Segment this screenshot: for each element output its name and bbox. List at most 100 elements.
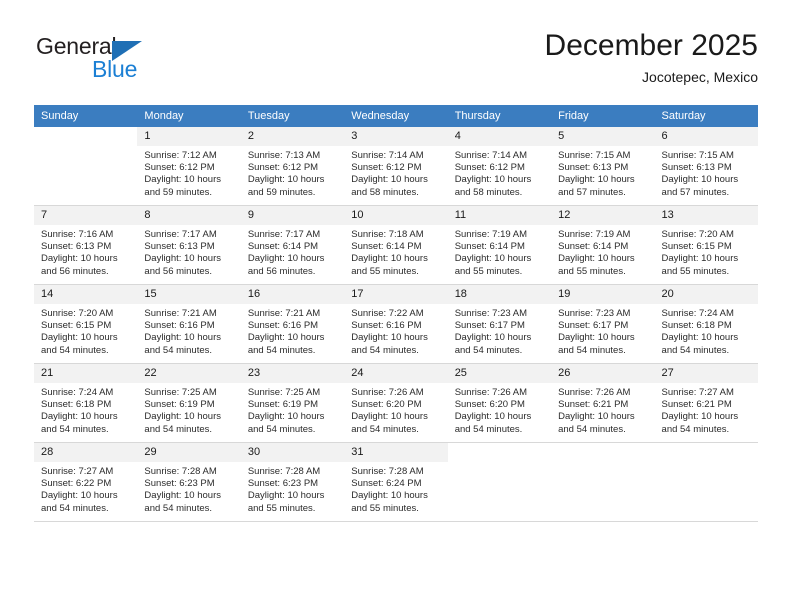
- calendar-day-cell[interactable]: 3 Sunrise: 7:14 AM Sunset: 6:12 PM Daylight…: [344, 127, 448, 206]
- calendar-day-cell[interactable]: 5 Sunrise: 7:15 AM Sunset: 6:13 PM Daylight…: [551, 127, 655, 206]
- day-number: 12: [551, 206, 655, 225]
- daylight-text-line1: Daylight: 10 hours: [144, 490, 221, 502]
- calendar-day-cell-empty: [654, 442, 758, 522]
- daylight-text-line2: and 57 minutes.: [558, 186, 626, 198]
- calendar-day-cell[interactable]: 27 Sunrise: 7:27 AM Sunset: 6:21 PM Dayligh…: [654, 363, 758, 443]
- sunrise-text: Sunrise: 7:26 AM: [558, 387, 631, 398]
- sunrise-text: Sunrise: 7:26 AM: [454, 387, 528, 398]
- sunset-text: Sunset: 6:18 PM: [41, 399, 112, 411]
- calendar-day-cell[interactable]: 1 Sunrise: 7:12 AM Sunset: 6:12 PM Daylight…: [137, 127, 241, 206]
- calendar-day-cell[interactable]: 2 Sunrise: 7:13 AM Sunset: 6:12 PM Daylight…: [240, 127, 345, 206]
- sunrise-text: Sunrise: 7:28 AM: [144, 466, 217, 477]
- calendar-day-cell[interactable]: 16 Sunrise: 7:21 AM Sunset: 6:16 PM Dayligh…: [240, 284, 345, 364]
- day-details: Sunrise: 7:20 AM Sunset: 6:15 PM Daylight:…: [34, 304, 137, 357]
- calendar-day-cell[interactable]: 13 Sunrise: 7:20 AM Sunset: 6:15 PM Dayligh…: [654, 205, 758, 285]
- day-number: 9: [240, 206, 345, 225]
- daylight-text-line1: Daylight: 10 hours: [41, 490, 118, 502]
- daylight-text-line2: and 54 minutes.: [41, 502, 109, 514]
- general-blue-logo[interactable]: General Blue: [36, 33, 176, 85]
- daylight-text-line1: Daylight: 10 hours: [144, 332, 221, 344]
- sunset-text: Sunset: 6:18 PM: [661, 320, 732, 332]
- calendar-week-row: 1 Sunrise: 7:12 AM Sunset: 6:12 PM Daylight…: [34, 127, 758, 206]
- sunset-text: Sunset: 6:16 PM: [144, 320, 215, 332]
- sunset-text: Sunset: 6:24 PM: [351, 478, 422, 490]
- sunrise-text: Sunrise: 7:27 AM: [661, 387, 734, 398]
- calendar-week-row: 14 Sunrise: 7:20 AM Sunset: 6:15 PM Dayligh…: [34, 284, 758, 364]
- calendar-day-cell[interactable]: 15 Sunrise: 7:21 AM Sunset: 6:16 PM Dayligh…: [137, 284, 241, 364]
- calendar-day-cell[interactable]: 8 Sunrise: 7:17 AM Sunset: 6:13 PM Daylight…: [137, 205, 241, 285]
- calendar-day-cell[interactable]: 29 Sunrise: 7:28 AM Sunset: 6:23 PM Dayligh…: [137, 442, 241, 522]
- day-details: Sunrise: 7:26 AM Sunset: 6:20 PM Daylight:…: [448, 383, 551, 436]
- sunrise-text: Sunrise: 7:23 AM: [558, 308, 631, 319]
- calendar-day-cell[interactable]: 10 Sunrise: 7:18 AM Sunset: 6:14 PM Dayligh…: [344, 205, 448, 285]
- sunrise-text: Sunrise: 7:18 AM: [351, 229, 424, 240]
- daylight-text-line2: and 55 minutes.: [558, 265, 626, 277]
- day-details: Sunrise: 7:23 AM Sunset: 6:17 PM Daylight:…: [551, 304, 654, 357]
- day-details: Sunrise: 7:18 AM Sunset: 6:14 PM Daylight:…: [344, 225, 447, 278]
- daylight-text-line2: and 54 minutes.: [351, 423, 419, 435]
- calendar-day-cell[interactable]: 24 Sunrise: 7:26 AM Sunset: 6:20 PM Dayligh…: [344, 363, 448, 443]
- calendar-day-cell[interactable]: 26 Sunrise: 7:26 AM Sunset: 6:21 PM Dayligh…: [551, 363, 655, 443]
- sunrise-text: Sunrise: 7:14 AM: [351, 150, 424, 161]
- weekday-header-monday: Monday: [137, 105, 241, 127]
- calendar-day-cell[interactable]: 31 Sunrise: 7:28 AM Sunset: 6:24 PM Dayligh…: [344, 442, 448, 522]
- calendar-day-cell[interactable]: 14 Sunrise: 7:20 AM Sunset: 6:15 PM Dayligh…: [34, 284, 138, 364]
- calendar-day-cell[interactable]: 12 Sunrise: 7:19 AM Sunset: 6:14 PM Dayligh…: [551, 205, 655, 285]
- day-number: 26: [551, 364, 655, 383]
- calendar-day-cell[interactable]: 11 Sunrise: 7:19 AM Sunset: 6:14 PM Dayligh…: [447, 205, 552, 285]
- sunset-text: Sunset: 6:15 PM: [661, 241, 732, 253]
- daylight-text-line2: and 55 minutes.: [351, 265, 419, 277]
- sunset-text: Sunset: 6:13 PM: [558, 162, 629, 174]
- sunset-text: Sunset: 6:16 PM: [247, 320, 319, 332]
- daylight-text-line2: and 54 minutes.: [661, 423, 730, 435]
- weekday-header-sunday: Sunday: [34, 105, 138, 127]
- daylight-text-line2: and 55 minutes.: [351, 502, 419, 514]
- day-details: Sunrise: 7:26 AM Sunset: 6:21 PM Daylight:…: [551, 383, 654, 436]
- sunset-text: Sunset: 6:21 PM: [661, 399, 732, 411]
- sunrise-text: Sunrise: 7:13 AM: [247, 150, 321, 161]
- sunset-text: Sunset: 6:13 PM: [41, 241, 112, 253]
- day-number: 2: [240, 127, 345, 146]
- sunrise-text: Sunrise: 7:15 AM: [558, 150, 631, 161]
- sunset-text: Sunset: 6:13 PM: [144, 241, 215, 253]
- day-details: Sunrise: 7:21 AM Sunset: 6:16 PM Daylight:…: [241, 304, 344, 357]
- daylight-text-line2: and 58 minutes.: [454, 186, 523, 198]
- calendar-day-cell[interactable]: 21 Sunrise: 7:24 AM Sunset: 6:18 PM Dayligh…: [34, 363, 138, 443]
- calendar-day-cell[interactable]: 18 Sunrise: 7:23 AM Sunset: 6:17 PM Dayligh…: [447, 284, 552, 364]
- daylight-text-line2: and 56 minutes.: [41, 265, 109, 277]
- day-number: 15: [137, 285, 241, 304]
- calendar-day-cell[interactable]: 9 Sunrise: 7:17 AM Sunset: 6:14 PM Daylight…: [240, 205, 345, 285]
- daylight-text-line1: Daylight: 10 hours: [558, 253, 635, 265]
- day-details: Sunrise: 7:22 AM Sunset: 6:16 PM Daylight:…: [344, 304, 447, 357]
- sunrise-text: Sunrise: 7:22 AM: [351, 308, 424, 319]
- calendar-day-cell[interactable]: 22 Sunrise: 7:25 AM Sunset: 6:19 PM Dayligh…: [137, 363, 241, 443]
- calendar-day-cell[interactable]: 17 Sunrise: 7:22 AM Sunset: 6:16 PM Dayligh…: [344, 284, 448, 364]
- calendar-day-cell[interactable]: 7 Sunrise: 7:16 AM Sunset: 6:13 PM Daylight…: [34, 205, 138, 285]
- daylight-text-line1: Daylight: 10 hours: [351, 332, 428, 344]
- calendar-day-cell[interactable]: 6 Sunrise: 7:15 AM Sunset: 6:13 PM Daylight…: [654, 127, 758, 206]
- weekday-header-saturday: Saturday: [654, 105, 758, 127]
- day-number: 17: [344, 285, 448, 304]
- calendar-body: 1 Sunrise: 7:12 AM Sunset: 6:12 PM Daylight…: [34, 127, 758, 522]
- calendar-day-cell[interactable]: 4 Sunrise: 7:14 AM Sunset: 6:12 PM Daylight…: [447, 127, 552, 206]
- calendar-day-cell[interactable]: 23 Sunrise: 7:25 AM Sunset: 6:19 PM Dayligh…: [240, 363, 345, 443]
- daylight-text-line1: Daylight: 10 hours: [247, 411, 325, 423]
- day-number: 24: [344, 364, 448, 383]
- daylight-text-line2: and 54 minutes.: [41, 344, 109, 356]
- calendar-week-row: 7 Sunrise: 7:16 AM Sunset: 6:13 PM Daylight…: [34, 205, 758, 285]
- calendar-day-cell[interactable]: 25 Sunrise: 7:26 AM Sunset: 6:20 PM Dayligh…: [447, 363, 552, 443]
- daylight-text-line2: and 55 minutes.: [661, 265, 730, 277]
- day-details: Sunrise: 7:21 AM Sunset: 6:16 PM Daylight:…: [137, 304, 240, 357]
- daylight-text-line2: and 54 minutes.: [558, 344, 626, 356]
- sunrise-text: Sunrise: 7:21 AM: [144, 308, 217, 319]
- calendar-day-cell[interactable]: 28 Sunrise: 7:27 AM Sunset: 6:22 PM Dayligh…: [34, 442, 138, 522]
- sunrise-text: Sunrise: 7:14 AM: [454, 150, 528, 161]
- daylight-text-line2: and 58 minutes.: [351, 186, 419, 198]
- calendar-day-cell[interactable]: 30 Sunrise: 7:28 AM Sunset: 6:23 PM Dayligh…: [240, 442, 345, 522]
- day-details: Sunrise: 7:15 AM Sunset: 6:13 PM Daylight:…: [655, 146, 758, 199]
- calendar-day-cell[interactable]: 20 Sunrise: 7:24 AM Sunset: 6:18 PM Dayligh…: [654, 284, 758, 364]
- sunset-text: Sunset: 6:14 PM: [558, 241, 629, 253]
- sunrise-text: Sunrise: 7:25 AM: [144, 387, 217, 398]
- calendar-day-cell[interactable]: 19 Sunrise: 7:23 AM Sunset: 6:17 PM Dayligh…: [551, 284, 655, 364]
- day-details: Sunrise: 7:20 AM Sunset: 6:15 PM Daylight:…: [655, 225, 758, 278]
